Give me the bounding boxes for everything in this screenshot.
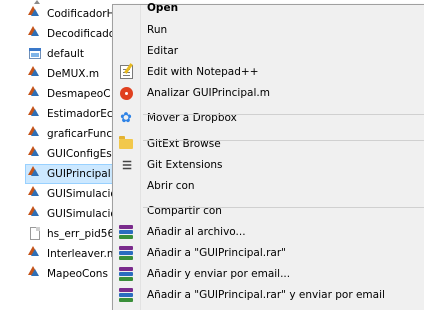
menu-item-gitext-browse[interactable]: GitExt Browse [113,133,424,155]
git-extensions-icon: ☰ [122,158,132,172]
notepad-icon [117,63,135,81]
matlab-file-icon [28,86,42,102]
winrar-icon [117,286,135,304]
file-name: hs_err_pid56 [47,228,115,240]
menu-item-a-adir-y-enviar-por-email[interactable]: Añadir y enviar por email... [113,263,424,285]
folder-icon [117,135,135,153]
file-name: default [47,48,84,60]
file-name: MapeoCons [47,268,108,280]
winrar-icon [117,244,135,262]
menu-item-editar[interactable]: Editar [113,40,424,62]
matlab-file-icon [28,246,42,262]
menu-item-label: Editar [147,45,179,57]
menu-item-label: Añadir y enviar por email... [147,268,291,280]
matlab-file-icon [28,206,42,222]
matlab-file-icon [28,106,42,122]
file-name: DesmapeoC [47,88,111,100]
menu-item-label: Run [147,24,168,36]
matlab-file-icon [28,186,42,202]
menu-item-label: Open [147,2,179,14]
winrar-icon [117,223,135,241]
winrar-icon [117,265,135,283]
file-name: Interleaver.m [47,248,118,260]
menu-item-git-extensions[interactable]: ☰ Git Extensions [113,154,424,176]
dropbox-icon: ✿ [120,110,132,126]
matlab-file-icon [28,66,42,82]
menu-item-label: Abrir con [147,180,195,192]
menu-item-label: Edit with Notepad++ [147,66,259,78]
menu-item-label: Añadir al archivo... [147,226,246,238]
menu-item-a-adir-a-guiprincipal-rar[interactable]: Añadir a "GUIPrincipal.rar" [113,242,424,264]
menu-item-label: Analizar GUIPrincipal.m [147,87,270,99]
menu-separator [143,140,424,141]
menu-item-abrir-con[interactable]: Abrir con [113,175,424,197]
file-name: EstimadorEc [47,108,113,120]
matlab-file-icon [28,126,42,142]
menu-item-label: Git Extensions [147,159,223,171]
matlab-file-icon [28,26,42,42]
menu-item-analizar-guiprincipal-m[interactable]: Analizar GUIPrincipal.m [113,82,424,104]
menu-item-mover-a-dropbox[interactable]: ✿ Mover a Dropbox [113,107,424,129]
file-name: GUISimulacio [47,208,117,220]
menu-item-label: Añadir a "GUIPrincipal.rar" [147,247,287,259]
menu-separator [143,114,424,115]
menu-item-compartir-con[interactable]: Compartir con [113,200,424,222]
file-name: GUIPrincipal [47,168,111,180]
image-file-icon [28,46,42,62]
file-name: DeMUX.m [47,68,100,80]
menu-separator [143,207,424,208]
menu-item-open[interactable]: Open [113,0,424,19]
matlab-file-icon [28,146,42,162]
matlab-file-icon [28,6,42,22]
menu-item-edit-with-notepad[interactable]: Edit with Notepad++ [113,61,424,83]
menu-item-run[interactable]: Run [113,19,424,41]
menu-item-label: Añadir a "GUIPrincipal.rar" y enviar por… [147,289,385,301]
menu-item-a-adir-a-guiprincipal-rar-y-enviar-por-email[interactable]: Añadir a "GUIPrincipal.rar" y enviar por… [113,284,424,306]
menu-item-a-adir-al-archivo[interactable]: Añadir al archivo... [113,221,424,243]
matlab-file-icon [28,266,42,282]
file-name: CodificadorH [47,8,115,20]
analyze-icon [117,84,135,102]
file-name: graficarFunc [47,128,113,140]
context-menu: Open Run Editar Edit with Notepad++ Analizar… [112,2,424,310]
file-name: GUISimulacio [47,188,117,200]
matlab-file-icon [28,166,42,182]
file-name: Decodificado [47,28,116,40]
file-name: GUIConfigEs [47,148,112,160]
plain-file-icon [28,226,42,242]
